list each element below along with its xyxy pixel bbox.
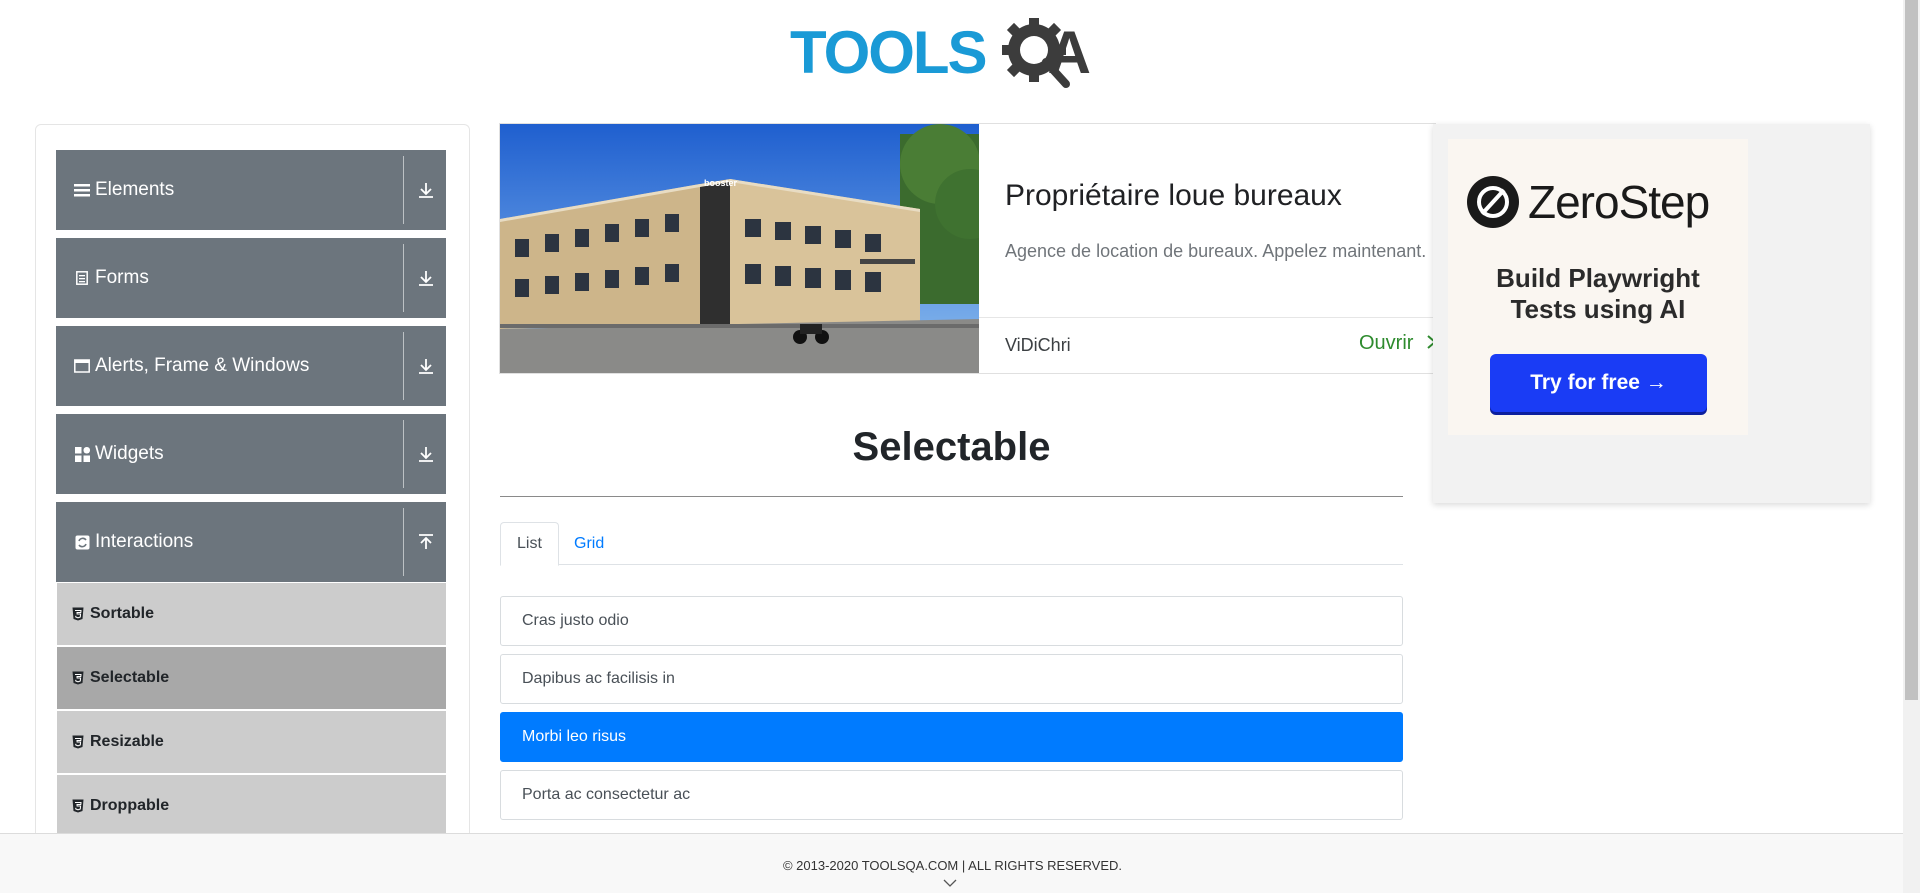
sidebar-item-label: Selectable [90, 669, 170, 686]
grid-icon [73, 445, 91, 463]
sidebar-item-sortable[interactable]: Sortable [57, 583, 446, 645]
hamburger-icon [73, 181, 91, 199]
try-for-free-button[interactable]: Try for free → [1490, 354, 1707, 412]
footer: © 2013-2020 TOOLSQA.COM | ALL RIGHTS RES… [0, 833, 1905, 893]
toolsqa-logo[interactable]: TOOLS A [790, 14, 1115, 92]
gear-magnifier-icon [1002, 18, 1070, 88]
html5-icon [72, 607, 84, 621]
tagline-line: Build Playwright [1496, 263, 1700, 293]
tab-grid[interactable]: Grid [558, 522, 620, 565]
zerostep-logo: ZeroStep [1466, 175, 1710, 229]
ad-open-link[interactable]: Ouvrir [1359, 332, 1439, 355]
divider [979, 317, 1435, 318]
divider [403, 332, 404, 400]
html5-icon [72, 735, 84, 749]
download-icon [419, 359, 433, 374]
group-label: Widgets [95, 443, 164, 464]
zerostep-logo-icon [1467, 176, 1519, 228]
ad-card: ZeroStep Build Playwright Tests using AI… [1448, 139, 1748, 435]
window-icon [73, 357, 91, 375]
left-panel: Elements Forms Alerts, Frame & Windows W… [35, 124, 470, 893]
group-widgets[interactable]: Widgets [56, 414, 446, 494]
group-label: Alerts, Frame & Windows [95, 355, 310, 376]
tab-list[interactable]: List [500, 522, 559, 566]
group-elements[interactable]: Elements [56, 150, 446, 230]
footer-copyright: © 2013-2020 TOOLSQA.COM | ALL RIGHTS RES… [782, 858, 1123, 873]
divider [403, 244, 404, 312]
html5-icon [72, 799, 84, 813]
sidebar-item-resizable[interactable]: Resizable [57, 711, 446, 773]
group-label: Elements [95, 179, 175, 200]
group-forms[interactable]: Forms [56, 238, 446, 318]
group-label: Forms [95, 267, 149, 288]
list-item[interactable]: Morbi leo risus [500, 712, 1403, 762]
ad-banner[interactable]: booster Propriétaire loue bureaux Agence… [499, 123, 1436, 374]
list-item[interactable]: Cras justo odio [500, 596, 1403, 646]
group-label: Interactions [95, 531, 194, 552]
divider [500, 496, 1403, 497]
group-alerts-frame-windows[interactable]: Alerts, Frame & Windows [56, 326, 446, 406]
sidebar-ad[interactable]: ZeroStep Build Playwright Tests using AI… [1433, 124, 1870, 503]
ad-advertiser[interactable]: ViDiChri [1005, 335, 1071, 356]
divider [403, 420, 404, 488]
html5-icon [72, 671, 84, 685]
sidebar-item-label: Resizable [90, 733, 164, 750]
zerostep-brand: ZeroStep [1528, 176, 1710, 228]
download-icon [419, 447, 433, 462]
group-interactions[interactable]: Interactions [56, 502, 446, 582]
list-item[interactable]: Dapibus ac facilisis in [500, 654, 1403, 704]
scrollbar-thumb[interactable] [1905, 0, 1918, 700]
sidebar-item-droppable[interactable]: Droppable [57, 775, 446, 837]
download-icon [419, 183, 433, 198]
page-title: Selectable [852, 425, 1051, 469]
tagline-line: Tests using AI [1510, 294, 1686, 324]
ad-tagline: Build Playwright Tests using AI [1448, 263, 1748, 325]
document-icon [73, 269, 91, 287]
ad-description: Agence de location de bureaux. Appelez m… [1005, 241, 1427, 261]
sidebar-item-label: Sortable [90, 605, 155, 622]
tab-bar: List Grid [500, 522, 1403, 566]
sidebar-item-selectable[interactable]: Selectable [57, 647, 446, 709]
building-sign: booster [704, 178, 738, 188]
divider [403, 508, 404, 576]
upload-icon [419, 534, 433, 549]
scrollbar[interactable] [1903, 0, 1920, 893]
chevron-down-icon[interactable] [943, 878, 957, 888]
ad-image: booster [500, 124, 979, 373]
sidebar-item-label: Droppable [90, 797, 170, 814]
list-item[interactable]: Porta ac consectetur ac [500, 770, 1403, 820]
interaction-icon [73, 533, 91, 551]
ad-open-label: Ouvrir [1359, 332, 1414, 354]
divider [403, 156, 404, 224]
download-icon [419, 271, 433, 286]
ad-title[interactable]: Propriétaire loue bureaux [1005, 179, 1342, 213]
